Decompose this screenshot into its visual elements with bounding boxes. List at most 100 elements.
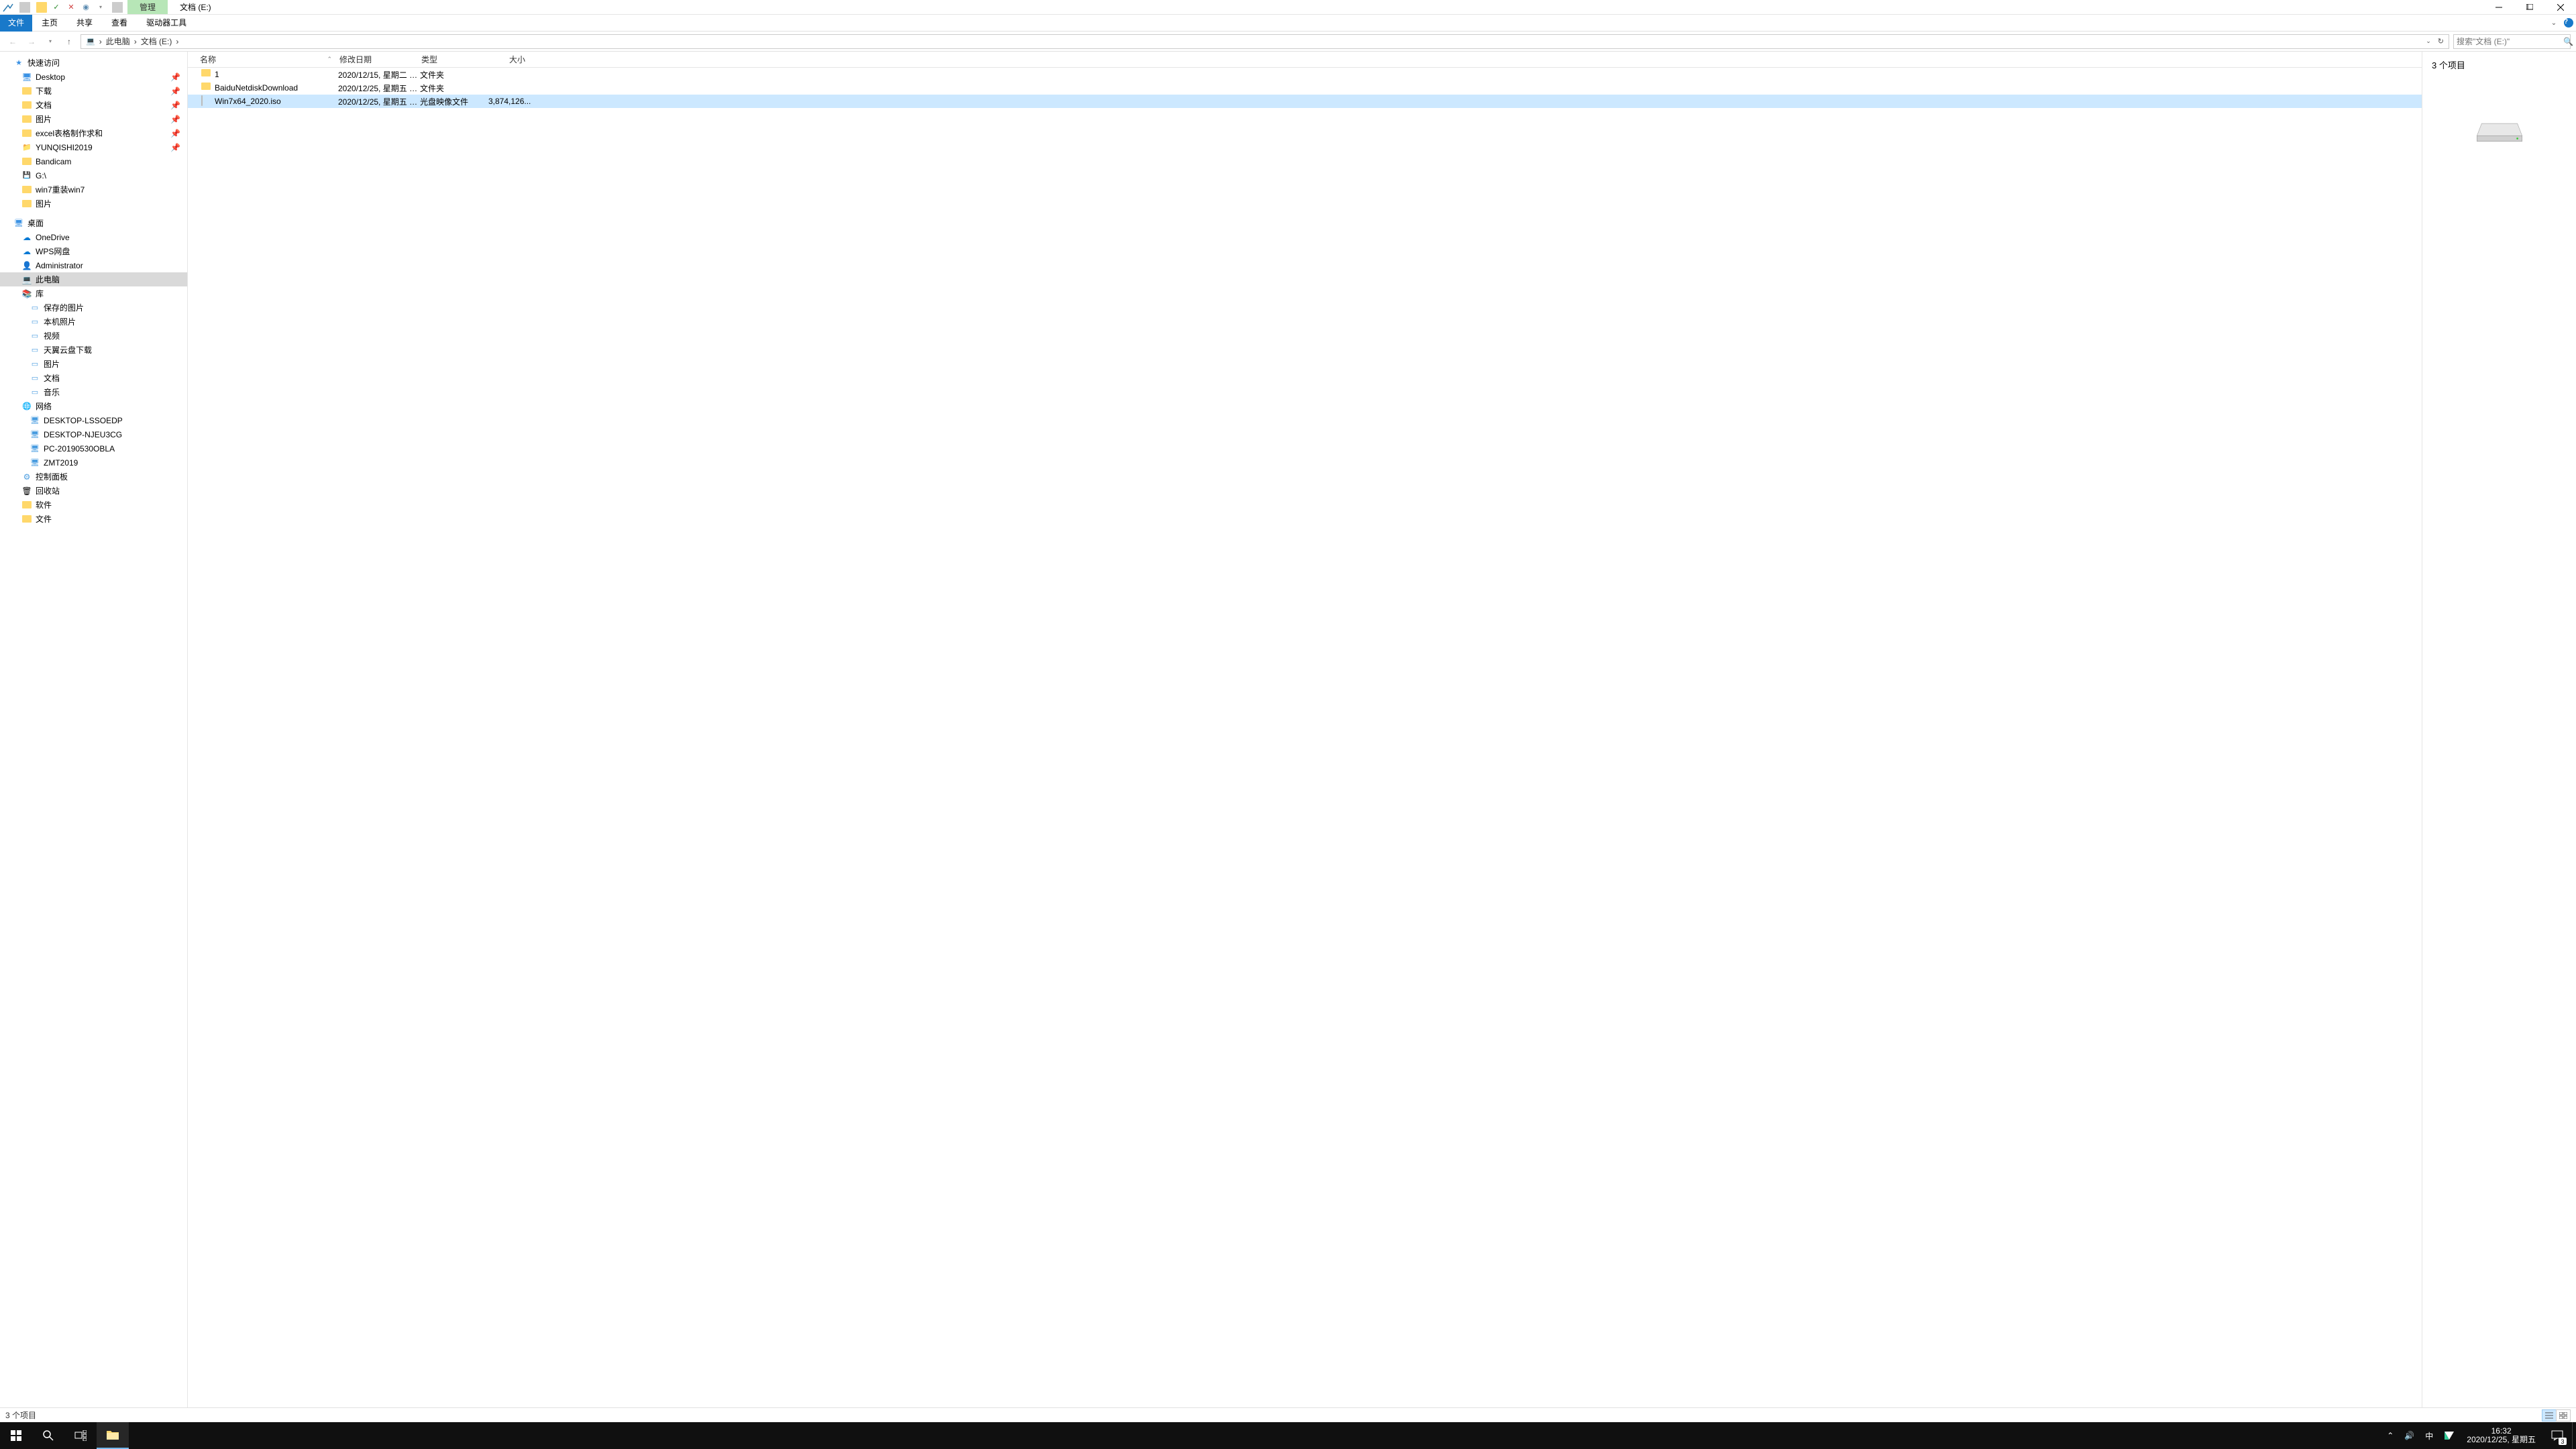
- search-box[interactable]: 🔍: [2453, 34, 2571, 49]
- tree-qa-item[interactable]: 📁 YUNQISHI2019📌: [0, 140, 187, 154]
- qat-properties-icon[interactable]: ◉: [80, 2, 91, 13]
- tree-library-item[interactable]: ▭ 音乐: [0, 385, 187, 399]
- tree-network[interactable]: 🌐 网络: [0, 399, 187, 413]
- tree-library-item[interactable]: ▭ 保存的图片: [0, 301, 187, 315]
- tray-chevron-icon[interactable]: ⌃: [2381, 1422, 2399, 1449]
- security-icon[interactable]: [2438, 1422, 2460, 1449]
- tree-network-item[interactable]: 🖥 DESKTOP-LSSOEDP: [0, 413, 187, 427]
- file-row[interactable]: Win7x64_2020.iso 2020/12/25, 星期五 1... 光盘…: [188, 95, 2422, 108]
- tree-qa-item[interactable]: 下载📌: [0, 84, 187, 98]
- explorer-taskbar-button[interactable]: [97, 1422, 129, 1449]
- ribbon-expand-icon[interactable]: ⌄: [2546, 15, 2561, 30]
- tree-qa-item[interactable]: win7重装win7: [0, 182, 187, 197]
- tree-network-item[interactable]: 🖥 DESKTOP-NJEU3CG: [0, 427, 187, 441]
- col-date[interactable]: 修改日期: [338, 54, 420, 65]
- tree-qa-item[interactable]: 图片: [0, 197, 187, 211]
- view-details-button[interactable]: [2542, 1409, 2557, 1421]
- search-input[interactable]: [2454, 37, 2563, 46]
- breadcrumb-item[interactable]: 此电脑: [104, 36, 132, 47]
- tree-desktop-item[interactable]: 👤 Administrator: [0, 258, 187, 272]
- qat-check-icon[interactable]: ✓: [51, 2, 62, 13]
- maximize-button[interactable]: [2514, 0, 2545, 15]
- tree-qa-item[interactable]: Bandicam: [0, 154, 187, 168]
- recent-dropdown[interactable]: ▾: [43, 38, 58, 44]
- item-icon: [21, 199, 32, 209]
- col-name[interactable]: 名称 ⌃: [188, 54, 338, 65]
- tree-label: 本机照片: [44, 316, 187, 327]
- tree-extra-item[interactable]: 🗑 回收站: [0, 484, 187, 498]
- breadcrumb-right: ⌄ ↻: [2424, 37, 2446, 46]
- tree-network-item[interactable]: 🖥 PC-20190530OBLA: [0, 441, 187, 455]
- tab-drive-tools[interactable]: 驱动器工具: [137, 15, 196, 32]
- library-item-icon: ▭: [30, 331, 40, 341]
- item-icon: ☁: [21, 246, 32, 257]
- search-button[interactable]: [32, 1422, 64, 1449]
- refresh-icon[interactable]: ↻: [2436, 37, 2446, 46]
- tree-desktop-item[interactable]: 💻 此电脑: [0, 272, 187, 286]
- status-bar: 3 个项目: [0, 1407, 2576, 1422]
- tree-desktop[interactable]: 🖥 桌面: [0, 216, 187, 230]
- task-view-button[interactable]: [64, 1422, 97, 1449]
- qat-new-folder-icon[interactable]: [36, 2, 47, 13]
- tab-home[interactable]: 主页: [32, 15, 67, 32]
- column-header[interactable]: 名称 ⌃ 修改日期 类型 大小: [188, 52, 2422, 68]
- tree-library-item[interactable]: ▭ 图片: [0, 357, 187, 371]
- file-icon: [201, 83, 212, 93]
- qat-close-icon[interactable]: ✕: [66, 2, 76, 13]
- tree-library-item[interactable]: ▭ 本机照片: [0, 315, 187, 329]
- breadcrumb[interactable]: 💻 › 此电脑 › 文档 (E:) › ⌄ ↻: [80, 34, 2449, 49]
- system-tray: ⌃ 🔊 中 16:32 2020/12/25, 星期五 3: [2381, 1422, 2576, 1449]
- breadcrumb-item[interactable]: 文档 (E:): [139, 36, 174, 47]
- close-button[interactable]: [2545, 0, 2576, 15]
- up-button[interactable]: ↑: [62, 37, 76, 46]
- volume-icon[interactable]: 🔊: [2399, 1422, 2420, 1449]
- pin-icon: 📌: [170, 101, 180, 110]
- back-button[interactable]: ←: [5, 37, 20, 46]
- start-button[interactable]: [0, 1422, 32, 1449]
- tree-extra-item[interactable]: ⚙ 控制面板: [0, 470, 187, 484]
- ime-indicator[interactable]: 中: [2420, 1422, 2438, 1449]
- forward-button[interactable]: →: [24, 37, 39, 46]
- file-list[interactable]: 1 2020/12/15, 星期二 1... 文件夹 BaiduNetdiskD…: [188, 68, 2422, 1407]
- ribbon-right: ⌄ ?: [2546, 15, 2576, 30]
- col-type[interactable]: 类型: [420, 54, 488, 65]
- context-tab-manage[interactable]: 管理: [127, 0, 168, 14]
- col-size[interactable]: 大小: [488, 54, 530, 65]
- notification-center[interactable]: 3: [2542, 1422, 2572, 1449]
- tree-extra-item[interactable]: 文件: [0, 512, 187, 526]
- tree-desktop-item[interactable]: 📚 库: [0, 286, 187, 301]
- file-row[interactable]: 1 2020/12/15, 星期二 1... 文件夹: [188, 68, 2422, 81]
- tree-network-item[interactable]: 🖥 ZMT2019: [0, 455, 187, 470]
- tree-extra-item[interactable]: 软件: [0, 498, 187, 512]
- tree-label: Desktop: [36, 72, 170, 82]
- tree-qa-item[interactable]: 🖥 Desktop📌: [0, 70, 187, 84]
- tab-share[interactable]: 共享: [67, 15, 102, 32]
- tree-desktop-item[interactable]: ☁ WPS网盘: [0, 244, 187, 258]
- tree-library-item[interactable]: ▭ 文档: [0, 371, 187, 385]
- tree-qa-item[interactable]: 💾 G:\: [0, 168, 187, 182]
- tree-label: 下载: [36, 85, 170, 97]
- file-row[interactable]: BaiduNetdiskDownload 2020/12/25, 星期五 1..…: [188, 81, 2422, 95]
- tab-view[interactable]: 查看: [102, 15, 137, 32]
- tree-quick-access[interactable]: ★ 快速访问: [0, 56, 187, 70]
- help-button[interactable]: ?: [2561, 15, 2576, 30]
- tree-qa-item[interactable]: 图片📌: [0, 112, 187, 126]
- qat-dropdown-icon[interactable]: ▾: [95, 2, 106, 13]
- tree-library-item[interactable]: ▭ 天翼云盘下载: [0, 343, 187, 357]
- tab-file[interactable]: 文件: [0, 15, 32, 32]
- show-desktop-button[interactable]: [2572, 1422, 2576, 1449]
- taskbar[interactable]: ⌃ 🔊 中 16:32 2020/12/25, 星期五 3: [0, 1422, 2576, 1449]
- title-context: 管理 文档 (E:): [127, 0, 223, 14]
- clock[interactable]: 16:32 2020/12/25, 星期五: [2460, 1427, 2542, 1444]
- tree-qa-item[interactable]: 文档📌: [0, 98, 187, 112]
- view-icons-button[interactable]: [2556, 1409, 2571, 1421]
- file-icon: [201, 69, 212, 80]
- tree-library-item[interactable]: ▭ 视频: [0, 329, 187, 343]
- arrow-up-icon: ↑: [67, 37, 71, 46]
- history-dropdown-icon[interactable]: ⌄: [2424, 38, 2433, 45]
- search-icon[interactable]: 🔍: [2563, 37, 2573, 46]
- navigation-tree[interactable]: ★ 快速访问 🖥 Desktop📌 下载📌 文档📌 图片📌 excel表格制作求…: [0, 52, 188, 1407]
- tree-desktop-item[interactable]: ☁ OneDrive: [0, 230, 187, 244]
- minimize-button[interactable]: [2483, 0, 2514, 15]
- tree-qa-item[interactable]: excel表格制作求和📌: [0, 126, 187, 140]
